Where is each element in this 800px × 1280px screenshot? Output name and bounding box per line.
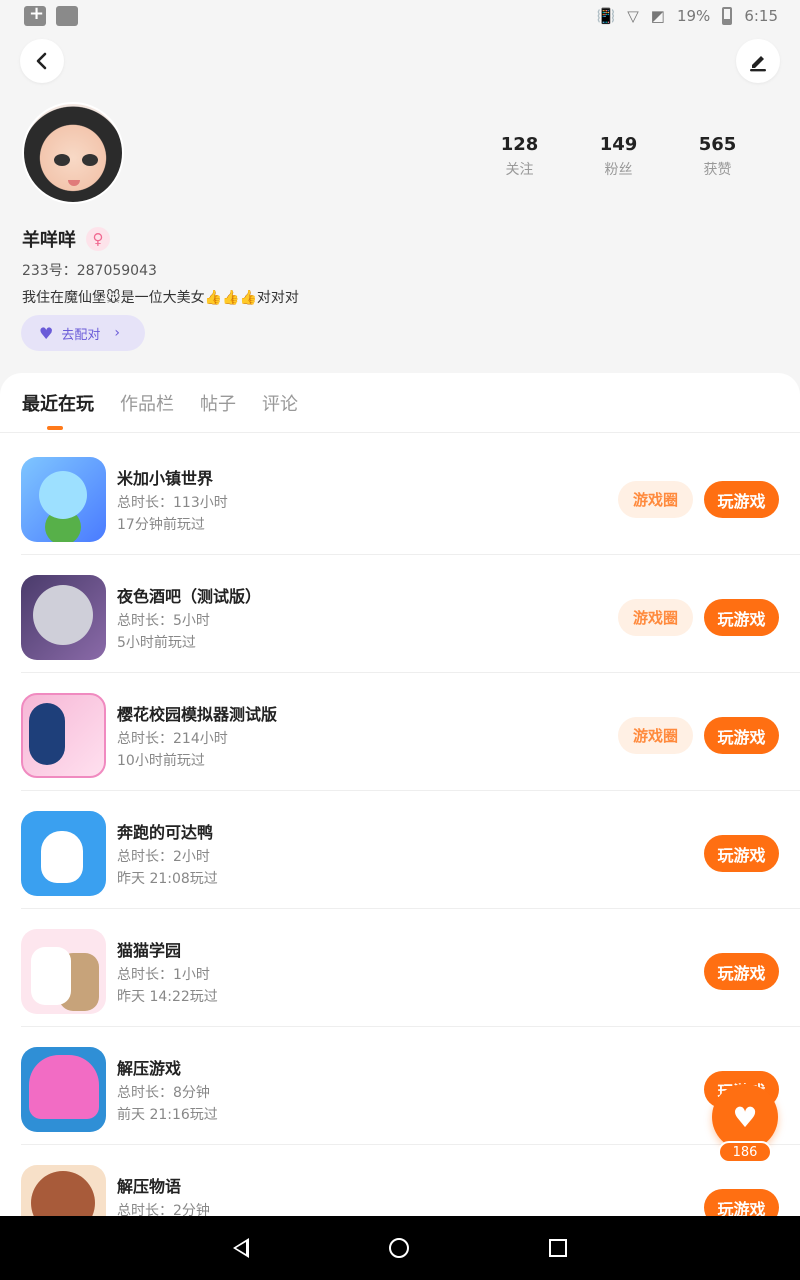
tab-indicator bbox=[47, 426, 63, 430]
wifi-icon: ▽ bbox=[627, 7, 639, 25]
stat-label: 关注 bbox=[505, 162, 534, 178]
game-title: 解压游戏 bbox=[117, 1059, 182, 1078]
female-gender-icon: ♀ bbox=[86, 227, 110, 251]
system-nav-bar bbox=[0, 1216, 800, 1280]
game-last-played: 昨天 21:08玩过 bbox=[117, 871, 218, 887]
play-game-button[interactable]: 玩游戏 bbox=[704, 481, 779, 518]
tab-comments[interactable]: 评论 bbox=[262, 390, 298, 416]
notification-square-icon bbox=[56, 6, 78, 26]
profile-stats: 128 关注 149 粉丝 565 获赞 bbox=[470, 134, 767, 179]
pencil-icon bbox=[750, 56, 766, 72]
game-icon[interactable] bbox=[21, 929, 106, 1014]
game-list: 米加小镇世界 总时长：113小时 17分钟前玩过 游戏圈 玩游戏 夜色酒吧（测试… bbox=[0, 437, 800, 1216]
game-title: 猫猫学园 bbox=[117, 941, 182, 960]
no-sim-icon: ◩ bbox=[650, 7, 665, 25]
like-count-badge: 186 bbox=[718, 1141, 772, 1163]
game-duration: 总时长：1小时 bbox=[117, 967, 210, 983]
heart-icon: ♥ bbox=[39, 323, 54, 343]
game-duration: 总时长：214小时 bbox=[117, 731, 228, 747]
game-title: 奔跑的可达鸭 bbox=[117, 823, 214, 842]
avatar-eye-right bbox=[82, 154, 98, 166]
nav-back-icon[interactable] bbox=[233, 1238, 249, 1258]
heart-icon: ♥ bbox=[732, 1100, 758, 1134]
play-game-button[interactable]: 玩游戏 bbox=[704, 835, 779, 872]
game-icon[interactable] bbox=[21, 693, 106, 778]
stat-following[interactable]: 128 关注 bbox=[470, 134, 569, 179]
game-duration: 总时长：2小时 bbox=[117, 849, 210, 865]
tab-recently-played[interactable]: 最近在玩 bbox=[22, 390, 94, 416]
list-item[interactable]: 樱花校园模拟器测试版 总时长：214小时 10小时前玩过 游戏圈 玩游戏 bbox=[21, 673, 800, 791]
battery-percent: 19% bbox=[676, 7, 711, 25]
stat-label: 获赞 bbox=[703, 162, 732, 178]
play-game-button[interactable]: 玩游戏 bbox=[704, 953, 779, 990]
nav-recents-icon[interactable] bbox=[549, 1239, 567, 1257]
tab-bar: 最近在玩 作品栏 帖子 评论 bbox=[0, 373, 800, 433]
game-icon[interactable] bbox=[21, 1047, 106, 1132]
play-game-button[interactable]: 玩游戏 bbox=[704, 717, 779, 754]
game-last-played: 昨天 14:22玩过 bbox=[117, 989, 218, 1005]
game-last-played: 10小时前玩过 bbox=[117, 753, 205, 769]
battery-icon bbox=[722, 7, 733, 25]
game-duration: 总时长：2分钟 bbox=[117, 1203, 210, 1216]
game-circle-button[interactable]: 游戏圈 bbox=[618, 717, 693, 754]
status-bar: 📳 ▽ ◩ 19% 6:15 bbox=[0, 0, 800, 32]
game-title: 樱花校园模拟器测试版 bbox=[117, 705, 278, 724]
game-icon[interactable] bbox=[21, 1165, 106, 1216]
notification-add-icon bbox=[24, 3, 46, 26]
stat-label: 粉丝 bbox=[604, 162, 633, 178]
nav-home-icon[interactable] bbox=[389, 1238, 409, 1258]
play-game-button[interactable]: 玩游戏 bbox=[704, 599, 779, 636]
game-duration: 总时长：5小时 bbox=[117, 613, 210, 629]
list-item[interactable]: 猫猫学园 总时长：1小时 昨天 14:22玩过 玩游戏 bbox=[21, 909, 800, 1027]
back-button[interactable] bbox=[20, 39, 64, 83]
vibrate-icon: 📳 bbox=[596, 7, 616, 25]
list-item[interactable]: 奔跑的可达鸭 总时长：2小时 昨天 21:08玩过 玩游戏 bbox=[21, 791, 800, 909]
game-duration: 总时长：8分钟 bbox=[117, 1085, 210, 1101]
avatar[interactable] bbox=[22, 102, 124, 204]
tab-works[interactable]: 作品栏 bbox=[120, 390, 174, 416]
stat-likes[interactable]: 565 获赞 bbox=[668, 134, 767, 179]
game-icon[interactable] bbox=[21, 811, 106, 896]
game-icon[interactable] bbox=[21, 457, 106, 542]
stat-followers[interactable]: 149 粉丝 bbox=[569, 134, 668, 179]
tab-posts[interactable]: 帖子 bbox=[200, 390, 236, 416]
game-last-played: 17分钟前玩过 bbox=[117, 517, 205, 533]
stat-num: 149 bbox=[599, 134, 638, 155]
game-title: 米加小镇世界 bbox=[117, 469, 214, 488]
user-id: 233号：287059043 bbox=[22, 263, 157, 279]
match-label: 去配对 bbox=[61, 327, 101, 343]
play-game-button[interactable]: 玩游戏 bbox=[704, 1189, 779, 1216]
list-item[interactable]: 解压游戏 总时长：8分钟 前天 21:16玩过 玩游戏 bbox=[21, 1027, 800, 1145]
edit-profile-button[interactable] bbox=[736, 39, 780, 83]
game-title: 解压物语 bbox=[117, 1177, 182, 1196]
game-icon[interactable] bbox=[21, 575, 106, 660]
game-duration: 总时长：113小时 bbox=[117, 495, 228, 511]
game-circle-button[interactable]: 游戏圈 bbox=[618, 599, 693, 636]
list-item[interactable]: 夜色酒吧（测试版） 总时长：5小时 5小时前玩过 游戏圈 玩游戏 bbox=[21, 555, 800, 673]
chevron-left-icon bbox=[36, 52, 47, 70]
list-item[interactable]: 米加小镇世界 总时长：113小时 17分钟前玩过 游戏圈 玩游戏 bbox=[21, 437, 800, 555]
stat-num: 565 bbox=[698, 134, 737, 155]
username-row: 羊咩咩 ♀ bbox=[22, 226, 110, 252]
game-last-played: 前天 21:16玩过 bbox=[117, 1107, 218, 1123]
avatar-eye-left bbox=[54, 154, 70, 166]
chevron-right-icon: › bbox=[114, 325, 120, 341]
game-circle-button[interactable]: 游戏圈 bbox=[618, 481, 693, 518]
bio: 我住在魔仙堡🐭是一位大美女👍👍👍对对对 bbox=[22, 290, 299, 306]
list-item[interactable]: 解压物语 总时长：2分钟 玩游戏 bbox=[21, 1145, 800, 1216]
content-card: 最近在玩 作品栏 帖子 评论 米加小镇世界 总时长：113小时 17分钟前玩过 … bbox=[0, 373, 800, 1216]
game-title: 夜色酒吧（测试版） bbox=[117, 587, 262, 606]
clock: 6:15 bbox=[744, 7, 778, 25]
username: 羊咩咩 bbox=[22, 230, 76, 251]
game-last-played: 5小时前玩过 bbox=[117, 635, 196, 651]
match-button[interactable]: ♥ 去配对 › bbox=[21, 315, 145, 351]
stat-num: 128 bbox=[500, 134, 539, 155]
avatar-mouth bbox=[68, 180, 80, 186]
